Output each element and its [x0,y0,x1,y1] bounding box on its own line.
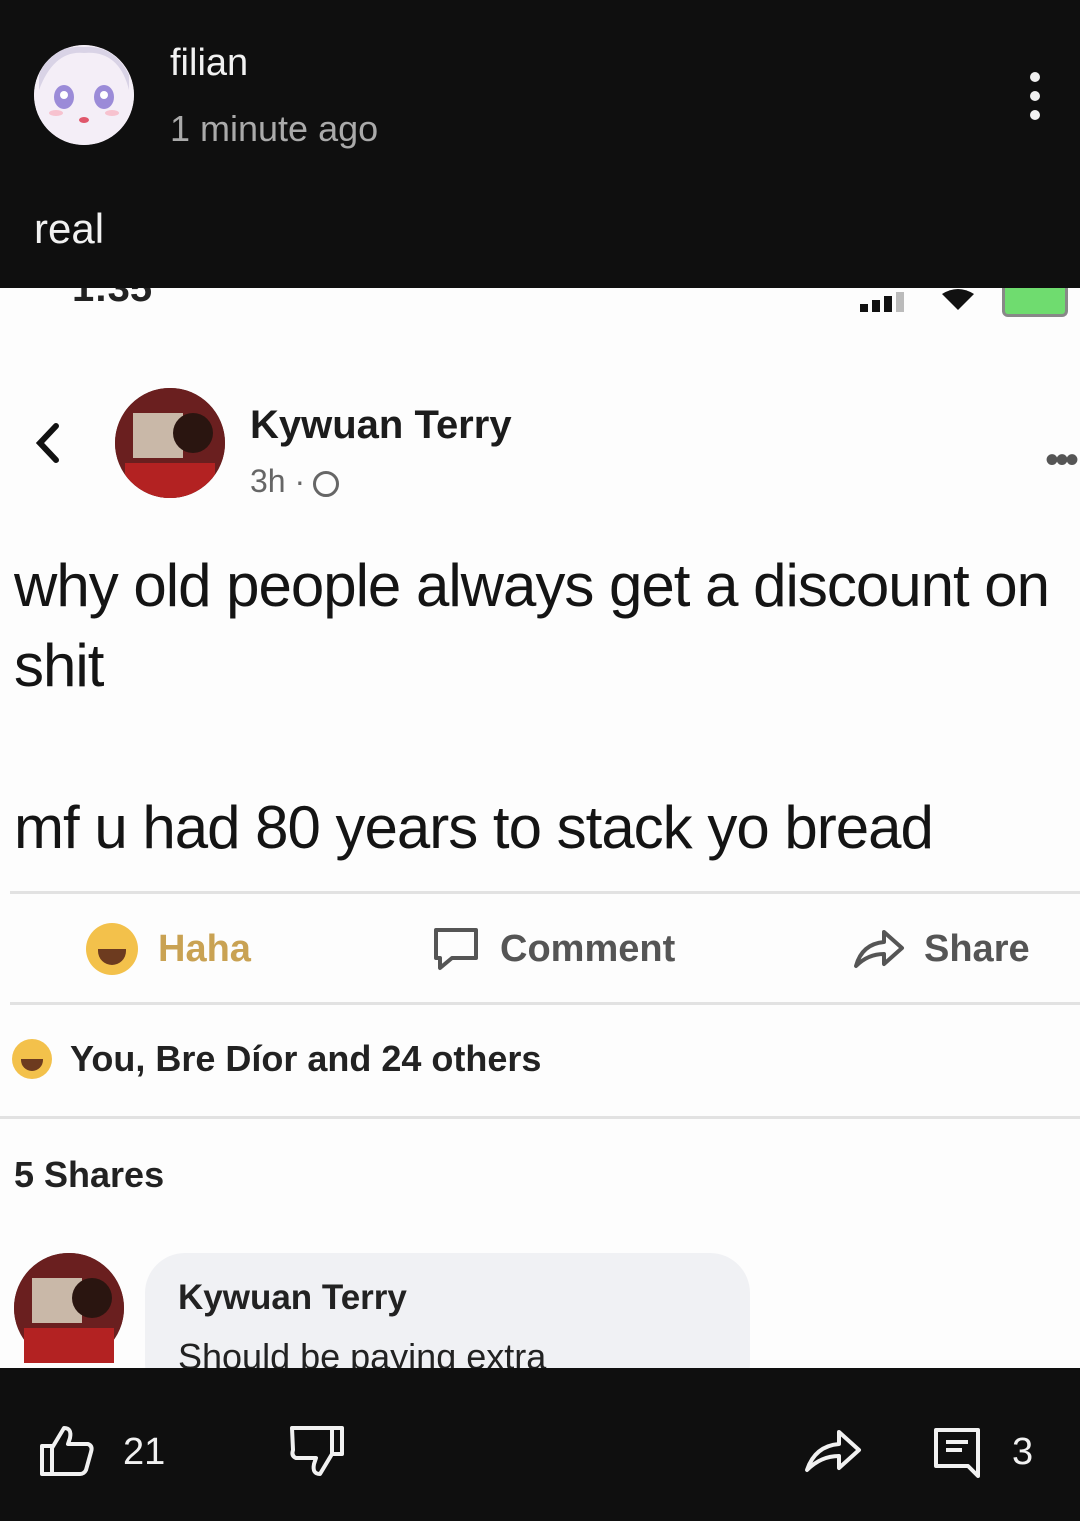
action-bar: 21 3 [0,1368,1080,1521]
divider [10,1002,1080,1005]
like-count: 21 [123,1431,166,1473]
profile-photo-icon [14,1253,124,1363]
status-icons [860,288,1070,318]
author-name[interactable]: filian [170,42,248,85]
fb-post-time: 3h · [250,463,306,499]
commenter-avatar[interactable] [14,1253,124,1363]
divider [10,891,1080,894]
fb-author-avatar[interactable] [115,388,225,498]
fb-author-name[interactable]: Kywuan Terry [250,403,512,448]
post-image: 1:35 Kywuan Terry 3h · ••• why old peopl… [0,288,1080,1368]
post-header: filian 1 minute ago real [0,0,1080,288]
fb-post-meta: 3h · [250,463,340,500]
haha-button[interactable]: Haha [86,923,251,975]
haha-emoji-icon [12,1039,52,1079]
share-button[interactable]: Share [852,924,1030,974]
thumbs-down-icon[interactable] [288,1424,346,1478]
profile-photo-icon [115,388,225,498]
share-label: Share [924,927,1030,970]
globe-icon [313,470,340,497]
battery-icon [1002,288,1068,317]
share-icon[interactable] [803,1426,863,1476]
post-caption: real [34,205,105,252]
post-time: 1 minute ago [170,108,379,149]
anime-avatar-icon [34,45,134,145]
author-avatar[interactable] [34,45,134,145]
fb-more-icon[interactable]: ••• [1045,438,1079,483]
comment-count: 3 [1012,1431,1034,1473]
comment-text: Should be paying extra [178,1336,547,1368]
haha-emoji-icon [86,923,138,975]
divider [0,1116,1080,1119]
comments-icon[interactable] [932,1426,982,1480]
status-time: 1:35 [72,288,153,310]
wifi-icon [942,289,974,310]
comment-button[interactable]: Comment [430,924,675,974]
back-arrow-icon[interactable] [30,418,70,468]
comment-bubble-icon [434,928,478,970]
reaction-summary[interactable]: You, Bre Díor and 24 others [12,1038,541,1080]
reactors-text: You, Bre Díor and 24 others [70,1038,542,1079]
thumbs-up-icon[interactable] [38,1424,96,1478]
commenter-name[interactable]: Kywuan Terry [178,1278,407,1318]
haha-label: Haha [158,927,251,970]
fb-post-text-line1: why old people always get a discount on … [14,552,1050,699]
fb-post-text-line2: mf u had 80 years to stack yo bread [14,794,934,861]
share-arrow-icon [854,930,904,968]
share-count[interactable]: 5 Shares [14,1154,164,1196]
more-options-icon[interactable] [1016,66,1056,126]
comment-label: Comment [500,927,676,970]
